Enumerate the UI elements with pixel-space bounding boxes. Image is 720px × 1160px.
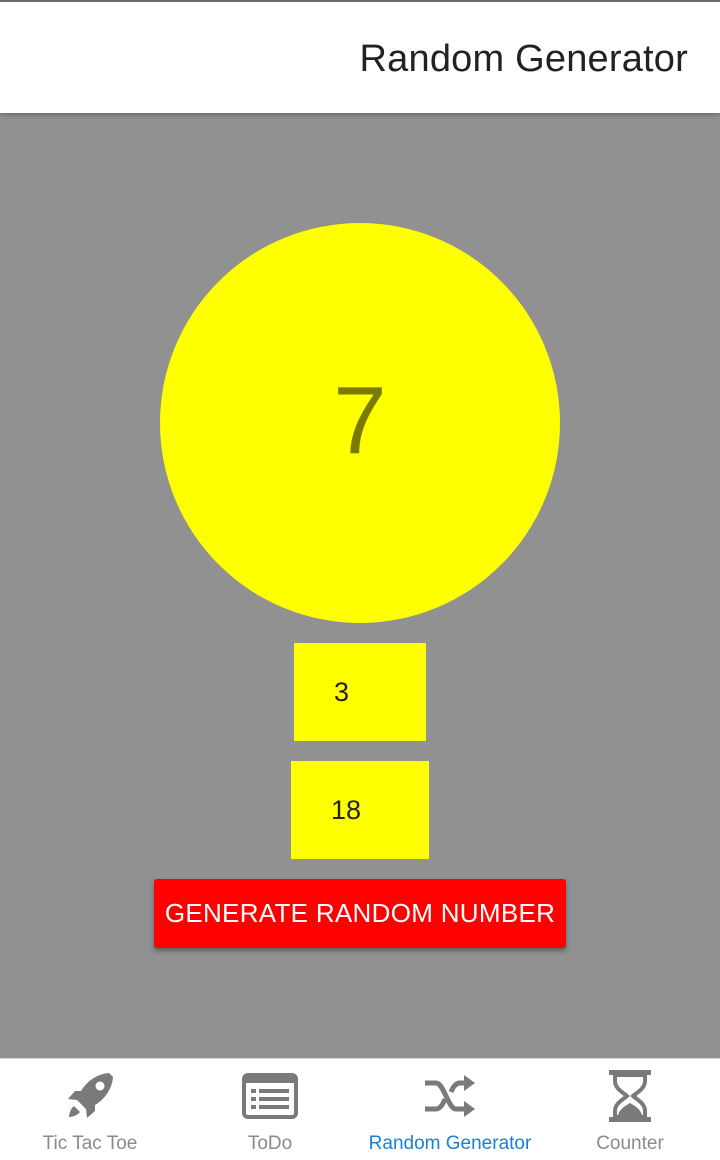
min-value-field[interactable] [294, 643, 426, 741]
tab-counter[interactable]: Counter [540, 1059, 720, 1160]
tab-random-generator[interactable]: Random Generator [360, 1059, 540, 1160]
hourglass-icon [602, 1069, 658, 1123]
page-title: Random Generator [359, 38, 688, 80]
generate-random-number-button[interactable]: GENERATE RANDOM NUMBER [154, 879, 566, 948]
tab-label: ToDo [247, 1133, 293, 1154]
max-value-field[interactable] [291, 761, 429, 859]
generator-panel: 7 GENERATE RANDOM NUMBER [0, 113, 720, 1058]
result-circle: 7 [160, 223, 560, 623]
random-result: 7 [333, 367, 387, 474]
rocket-icon [62, 1069, 118, 1123]
shuffle-icon [422, 1069, 478, 1123]
tab-label: Tic Tac Toe [42, 1133, 138, 1154]
app-screen: Random Generator 7 GENERATE RANDOM NUMBE… [0, 0, 720, 1160]
tab-tic-tac-toe[interactable]: Tic Tac Toe [0, 1059, 180, 1160]
tab-label: Random Generator [368, 1133, 532, 1154]
tab-todo[interactable]: ToDo [180, 1059, 360, 1160]
list-icon [242, 1069, 298, 1123]
app-header: Random Generator [0, 2, 720, 113]
tab-label: Counter [596, 1133, 664, 1154]
bottom-tab-bar: Tic Tac Toe ToDo Random Generator Counte… [0, 1058, 720, 1160]
